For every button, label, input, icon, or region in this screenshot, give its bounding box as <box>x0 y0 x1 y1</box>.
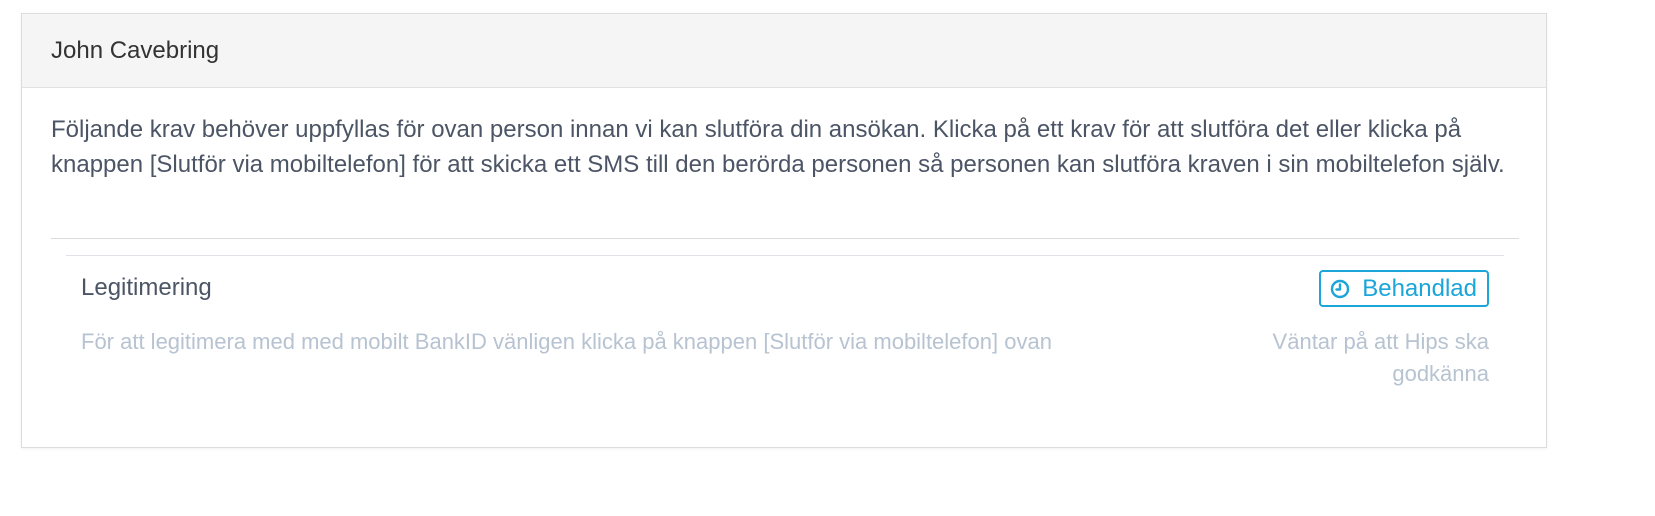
status-badge: Behandlad <box>1319 270 1489 307</box>
person-panel: John Cavebring Följande krav behöver upp… <box>21 13 1547 448</box>
clock-icon <box>1330 279 1350 299</box>
requirement-title: Legitimering <box>81 274 212 301</box>
divider <box>51 238 1519 239</box>
status-badge-label: Behandlad <box>1362 274 1477 302</box>
requirement-status-text: Väntar på att Hips ska godkänna <box>1272 329 1489 386</box>
requirement-description: För att legitimera med med mobilt BankID… <box>81 329 1052 354</box>
intro-text: Följande krav behöver uppfyllas för ovan… <box>51 116 1505 178</box>
requirement-item-legitimering[interactable]: Legitimering Behandlad För att legitimer… <box>66 255 1504 415</box>
person-name: John Cavebring <box>51 36 220 64</box>
panel-heading: John Cavebring <box>22 14 1546 88</box>
